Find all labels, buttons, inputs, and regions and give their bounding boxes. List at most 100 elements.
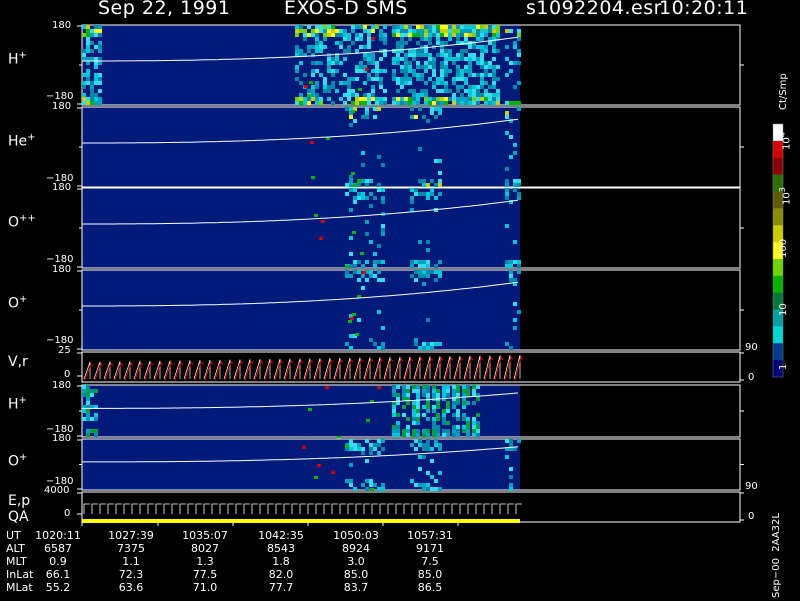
p1-pixel [379,29,383,33]
p6-pixel [456,425,460,429]
p6-pixel [466,417,470,421]
p1-pixel [440,41,444,45]
p1-pixel [343,81,347,85]
p3-pixel [517,260,521,264]
p7-pixel [377,439,381,443]
p1-pixel [315,69,319,73]
p1-pixel [86,49,90,53]
p7-pixel [418,439,422,443]
p3-pixel [381,224,385,228]
footer-cell: 6587 [44,542,72,555]
ep-energy-step [387,503,394,514]
p1-pixel [408,65,412,69]
p1-pixel [396,97,400,101]
p1-pixel [363,97,367,101]
p1-pixel [392,29,396,33]
p1-pixel [480,49,484,53]
p1-pixel [480,53,484,57]
p1-pixel [452,25,456,29]
p1-pixel [460,97,464,101]
p1-pixel [436,77,440,81]
p1-pixel [295,29,299,33]
p1-pixel [505,45,509,49]
p1-pixel [472,53,476,57]
p2-pixel [509,155,513,159]
p1-pixel [424,81,428,85]
ep-right-bottom-tick: 0 [748,511,755,522]
p3-hit [321,220,325,223]
p1-pixel [335,29,339,33]
p1-pixel [480,77,484,81]
p1-pixel [440,61,444,65]
p6-pixel [392,429,396,433]
p1-pixel [347,93,351,97]
vr-sawtooth [363,357,371,380]
p3-pixel [418,240,422,244]
p1-pixel [416,53,420,57]
p3-pixel [357,260,361,264]
p1-pixel [327,89,331,93]
p1-pixel [488,73,492,77]
p1-pixel [327,85,331,89]
p1-pixel [295,97,299,101]
p1-pixel [484,45,488,49]
footer-cell: 1042:35 [258,529,304,542]
p3-pixel [517,264,521,268]
p1-pixel [432,65,436,69]
panel-label-ep: E,p [8,493,31,509]
p6-pixel [426,433,430,437]
p4-pixel [357,270,361,274]
p1-pixel [420,37,424,41]
p2-pixel [381,163,385,167]
colorbar-unit: Ct/Smp [778,73,789,110]
p1-pixel [472,73,476,77]
p1-pixel [517,53,521,57]
p1-pixel [412,53,416,57]
p2-pixel [361,115,365,119]
p4-pixel [369,270,373,274]
p1-pixel [416,25,420,29]
p4-pixel [430,342,434,346]
p1-pixel [355,77,359,81]
p6-pixel [402,405,406,409]
vr-sawtooth [183,360,191,380]
p7-pixel [422,487,426,491]
p1-pixel [476,33,480,37]
p7-pixel [373,443,377,447]
p1-pixel [440,29,444,33]
p2-pixel [353,119,357,123]
p1-pixel [367,33,371,37]
p1-pixel [436,25,440,29]
p3-pixel [513,260,517,264]
vr-frame [81,351,741,383]
p1-pixel [444,81,448,85]
colorbar-label-10: 10 [778,303,789,316]
p1-pixel [86,45,90,49]
p4-pixel [434,342,438,346]
p1-pixel [396,89,400,93]
footer-cell: 1057:31 [407,529,453,542]
p1-pixel [311,61,315,65]
p6-pixel [462,429,466,433]
p1-pixel [444,33,448,37]
p1-pixel [432,57,436,61]
p6-pixel [456,389,460,393]
p7-pixel [357,447,361,451]
p2-pixel [357,179,361,183]
vr-sawtooth [513,355,521,380]
p3-hit [319,237,323,240]
p2-pixel [410,115,414,119]
p1-pixel [476,61,480,65]
p6-pixel [416,401,420,405]
p2-pixel [505,111,509,115]
p2-pixel [438,111,442,115]
p1-pixel [404,97,408,101]
p2-pixel [414,115,418,119]
p4-pixel [426,318,430,322]
p2-pixel [430,111,434,115]
p6-pixel [446,385,450,389]
p1-pixel [359,65,363,69]
p1-pixel [371,53,375,57]
footer-cell: 82.0 [268,568,294,581]
p7-pixel [509,475,513,479]
